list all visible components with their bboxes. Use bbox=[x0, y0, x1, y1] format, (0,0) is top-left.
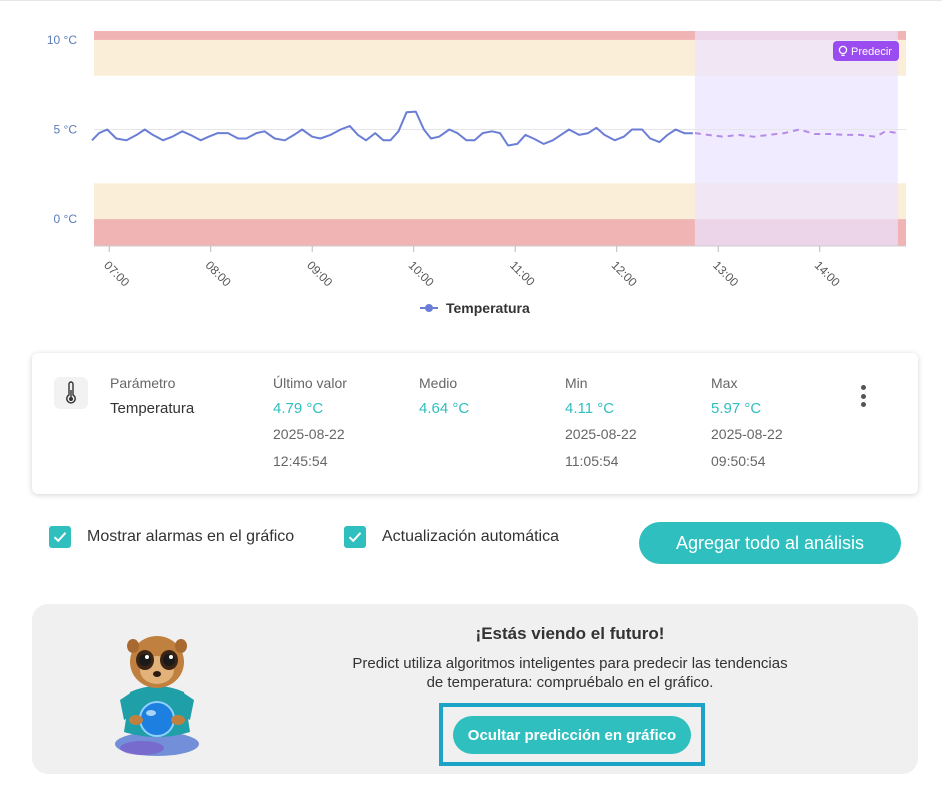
max-time: 09:50:54 bbox=[711, 453, 766, 469]
y-tick-label: 5 °C bbox=[54, 123, 78, 137]
max-header: Max bbox=[711, 375, 738, 391]
min-column: Min 4.11 °C 2025-08-22 11:05:54 bbox=[565, 375, 637, 473]
x-tick-label: 07:00 bbox=[101, 258, 132, 289]
x-tick-label: 10:00 bbox=[406, 258, 437, 289]
promo-description: Predict utiliza algoritmos inteligentes … bbox=[332, 654, 808, 692]
max-column: Max 5.97 °C 2025-08-22 09:50:54 bbox=[711, 375, 783, 473]
x-tick-label: 12:00 bbox=[609, 258, 640, 289]
legend-swatch-temperatura bbox=[420, 303, 438, 313]
min-time: 11:05:54 bbox=[565, 453, 619, 469]
show-alarms-label: Mostrar alarmas en el gráfico bbox=[87, 528, 295, 545]
mean-header: Medio bbox=[419, 375, 458, 391]
legend-label-temperatura: Temperatura bbox=[446, 300, 530, 316]
chart-legend[interactable]: Temperatura bbox=[420, 300, 530, 316]
auto-update-label: Actualización automática bbox=[382, 528, 559, 545]
last-value-date: 2025-08-22 bbox=[273, 426, 345, 442]
parameter-column: Parámetro Temperatura bbox=[110, 375, 194, 420]
y-axis-ticks: 0 °C 5 °C 10 °C bbox=[47, 33, 77, 226]
hide-prediction-button[interactable]: Ocultar predicción en gráfico bbox=[453, 716, 691, 754]
parameter-header: Parámetro bbox=[110, 375, 176, 391]
mean-column: Medio 4.64 °C bbox=[419, 375, 469, 420]
temperature-chart: 0 °C 5 °C 10 °C 07:00 08:00 09:00 10:00 11:00 1… bbox=[47, 31, 906, 290]
promo-description-line-2: de temperatura: compruébalo en el gráfic… bbox=[426, 674, 714, 691]
min-date: 2025-08-22 bbox=[565, 426, 637, 442]
thermometer-icon bbox=[54, 377, 88, 409]
promo-description-line-1: Predict utiliza algoritmos inteligentes … bbox=[352, 655, 788, 672]
parameter-name: Temperatura bbox=[110, 400, 195, 417]
series-line-temperatura bbox=[91, 110, 693, 147]
check-icon[interactable] bbox=[344, 526, 366, 548]
predict-badge[interactable]: Predecir bbox=[833, 41, 899, 61]
mean-value: 4.64 °C bbox=[419, 400, 470, 417]
parameter-summary-card: Parámetro Temperatura Último valor 4.79 … bbox=[32, 353, 918, 494]
max-date: 2025-08-22 bbox=[711, 426, 783, 442]
kebab-menu-icon[interactable] bbox=[856, 385, 870, 407]
x-tick-label: 08:00 bbox=[203, 258, 234, 289]
promo-title: ¡Estás viendo el futuro! bbox=[475, 624, 665, 643]
y-tick-label: 10 °C bbox=[47, 33, 77, 47]
last-value: 4.79 °C bbox=[273, 400, 324, 417]
kebab-dot bbox=[860, 393, 866, 399]
y-tick-label: 0 °C bbox=[54, 212, 78, 226]
prediction-region bbox=[694, 31, 898, 246]
check-icon[interactable] bbox=[49, 526, 71, 548]
add-all-to-analysis-button[interactable]: Agregar todo al análisis bbox=[639, 522, 901, 564]
min-header: Min bbox=[565, 375, 588, 391]
show-alarms-checkbox[interactable]: Mostrar alarmas en el gráfico bbox=[49, 526, 294, 548]
kebab-dot bbox=[860, 402, 866, 407]
last-value-column: Último valor 4.79 °C 2025-08-22 12:45:54 bbox=[273, 375, 347, 473]
kebab-dot bbox=[860, 385, 866, 390]
x-tick-label: 13:00 bbox=[710, 258, 741, 289]
last-value-time: 12:45:54 bbox=[273, 453, 328, 469]
min-value: 4.11 °C bbox=[565, 400, 615, 417]
x-tick-label: 14:00 bbox=[812, 258, 843, 289]
x-tick-label: 11:00 bbox=[507, 258, 538, 289]
auto-update-checkbox[interactable]: Actualización automática bbox=[344, 526, 559, 548]
last-value-header: Último valor bbox=[273, 375, 347, 391]
max-value: 5.97 °C bbox=[711, 400, 762, 417]
predict-badge-label: Predecir bbox=[851, 46, 892, 58]
prediction-region-area bbox=[694, 31, 898, 246]
x-tick-label: 09:00 bbox=[304, 258, 335, 289]
x-axis-ticks: 07:00 08:00 09:00 10:00 11:00 12:00 13:00 14:00 bbox=[101, 246, 843, 290]
